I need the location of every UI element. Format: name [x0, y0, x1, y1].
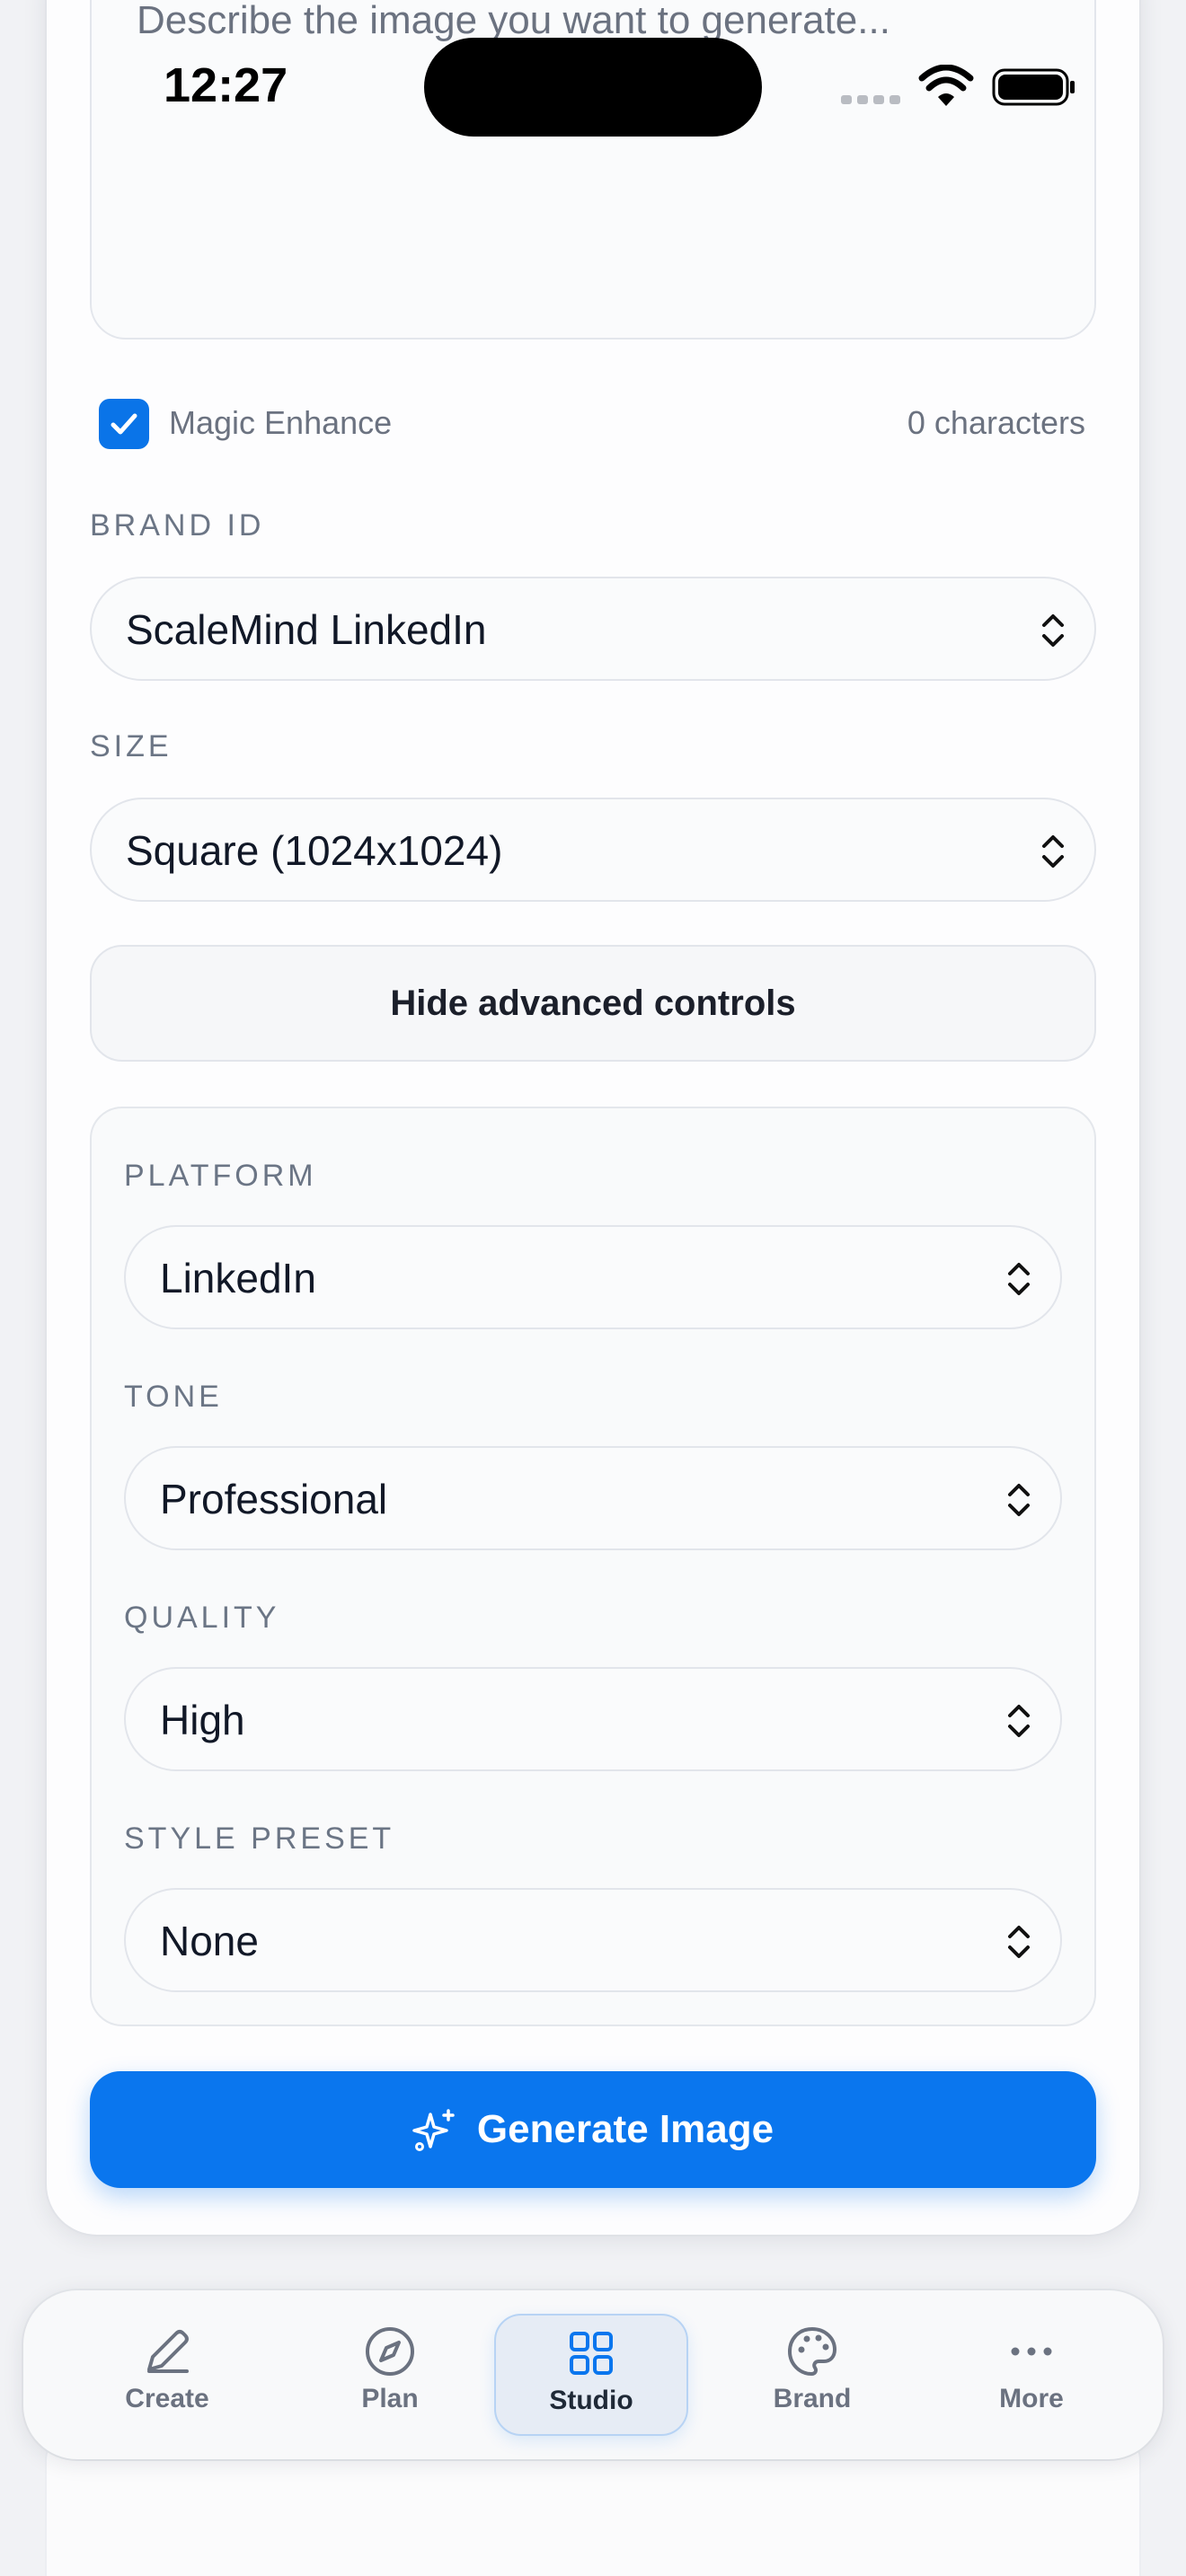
checkmark-icon — [111, 413, 137, 435]
character-count: 0 characters — [907, 404, 1085, 441]
platform-label: PLATFORM — [124, 1159, 317, 1193]
size-select[interactable]: Square (1024x1024) — [90, 798, 1096, 902]
style-preset-label: STYLE PRESET — [124, 1822, 395, 1856]
style-preset-value: None — [160, 1918, 259, 1964]
style-preset-select[interactable]: None — [124, 1888, 1062, 1992]
select-chevrons-icon — [1008, 1705, 1030, 1737]
prompt-placeholder: Describe the image you want to generate.… — [137, 0, 890, 42]
quality-label: QUALITY — [124, 1601, 280, 1635]
tab-more-label: More — [999, 2384, 1064, 2413]
select-chevrons-icon — [1042, 614, 1064, 647]
bottom-tab-bar: Create Plan Studio Brand More — [23, 2290, 1163, 2459]
quality-value: High — [160, 1697, 245, 1743]
sparkles-icon — [412, 2109, 455, 2151]
brand-id-select[interactable]: ScaleMind LinkedIn — [90, 577, 1096, 681]
tab-create[interactable]: Create — [70, 2314, 264, 2436]
tab-plan-label: Plan — [361, 2384, 419, 2413]
tab-studio[interactable]: Studio — [494, 2314, 688, 2436]
quality-select[interactable]: High — [124, 1667, 1062, 1771]
status-time: 12:27 — [164, 58, 288, 112]
tab-brand[interactable]: Brand — [715, 2314, 909, 2436]
size-value: Square (1024x1024) — [126, 827, 503, 874]
tab-create-label: Create — [125, 2384, 209, 2413]
tone-label: TONE — [124, 1380, 223, 1414]
pencil-icon — [147, 2330, 189, 2373]
size-label: SIZE — [90, 729, 173, 763]
tab-more[interactable]: More — [934, 2314, 1128, 2436]
tab-brand-label: Brand — [773, 2384, 852, 2413]
tab-studio-label: Studio — [549, 2386, 633, 2415]
magic-enhance-checkbox[interactable] — [99, 399, 149, 449]
select-chevrons-icon — [1042, 835, 1064, 868]
hide-advanced-controls-button[interactable]: Hide advanced controls — [90, 945, 1096, 1062]
generate-image-label: Generate Image — [476, 2107, 774, 2151]
select-chevrons-icon — [1008, 1263, 1030, 1295]
magic-enhance-label: Magic Enhance — [169, 404, 393, 441]
more-icon — [1011, 2347, 1052, 2356]
generate-image-button[interactable]: Generate Image — [90, 2071, 1096, 2188]
brand-id-value: ScaleMind LinkedIn — [126, 606, 487, 653]
palette-icon — [788, 2327, 836, 2376]
tone-select[interactable]: Professional — [124, 1446, 1062, 1550]
tone-value: Professional — [160, 1476, 388, 1522]
compass-icon — [366, 2327, 414, 2376]
cellular-signal-icon — [841, 95, 900, 104]
dynamic-island — [424, 38, 762, 137]
grid-icon — [570, 2332, 613, 2375]
battery-icon — [992, 68, 1075, 106]
brand-id-label: BRAND ID — [90, 508, 265, 543]
tab-plan[interactable]: Plan — [293, 2314, 487, 2436]
select-chevrons-icon — [1008, 1484, 1030, 1516]
select-chevrons-icon — [1008, 1926, 1030, 1958]
platform-value: LinkedIn — [160, 1255, 316, 1301]
wifi-icon — [918, 65, 974, 106]
platform-select[interactable]: LinkedIn — [124, 1225, 1062, 1329]
